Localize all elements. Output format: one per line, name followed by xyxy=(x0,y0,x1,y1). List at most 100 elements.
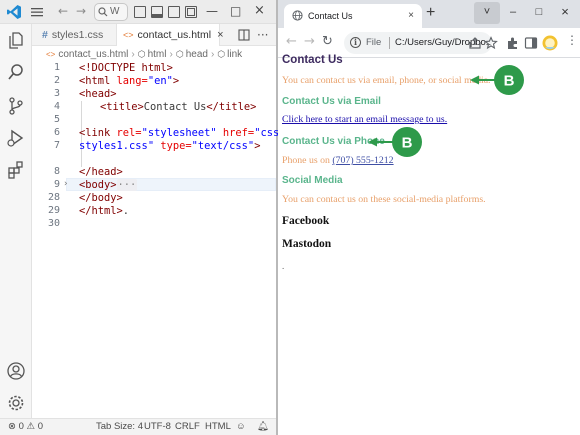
code-editor[interactable]: 1 2 3 4 5 6 7 8 9 28 29 30 › <!DOCTYPE h… xyxy=(32,62,286,418)
toggle-secondary-sidebar-icon[interactable] xyxy=(168,6,180,18)
tab-label: styles1.css xyxy=(51,29,104,41)
callout-b-phone: B xyxy=(368,127,422,157)
bookmark-star-icon[interactable] xyxy=(484,36,498,50)
run-and-debug-icon[interactable] xyxy=(6,128,26,148)
reload-icon[interactable]: ↻ xyxy=(322,34,333,49)
code-line-29: </html>. xyxy=(79,205,130,217)
chevron-right-icon: › xyxy=(131,49,135,60)
language-mode-indicator[interactable]: HTML xyxy=(205,419,231,435)
callout-label: B xyxy=(402,135,413,152)
email-heading: Contact Us via Email xyxy=(282,96,381,107)
search-icon[interactable] xyxy=(6,62,26,82)
tab-search-chevron-icon[interactable]: ˅ xyxy=(474,2,500,24)
browser-tab-contact-us[interactable]: Contact Us × xyxy=(284,4,422,28)
tab-styles1-css[interactable]: # styles1.css xyxy=(38,24,118,46)
tab-contact-us-html[interactable]: <> contact_us.html × xyxy=(116,24,224,46)
forward-arrow-icon[interactable]: → xyxy=(304,34,315,49)
code-line-8: </head> xyxy=(79,166,123,178)
explorer-icon[interactable] xyxy=(6,30,26,50)
line-number: 1 xyxy=(53,62,60,73)
code-line-9: <body>··· xyxy=(79,179,138,191)
breadcrumb-item-html[interactable]: html xyxy=(148,49,167,60)
intro-paragraph: You can contact us via email, phone, or … xyxy=(282,75,491,86)
line-number: 28 xyxy=(47,192,60,203)
line-number: 6 xyxy=(53,127,60,138)
breadcrumb-item-file[interactable]: contact_us.html xyxy=(58,49,128,60)
eol-indicator[interactable]: CRLF xyxy=(175,419,200,435)
split-editor-icon[interactable] xyxy=(238,29,250,41)
close-window-icon[interactable]: × xyxy=(254,3,265,18)
chevron-right-icon: › xyxy=(169,49,173,60)
breadcrumb: <> contact_us.html › ⬡ html › ⬡ head › ⬡ link xyxy=(32,47,276,62)
callout-b-intro: B xyxy=(470,65,524,95)
code-line-4: <title>Contact Us</title> xyxy=(100,101,257,113)
facebook-heading: Facebook xyxy=(282,215,330,227)
source-control-icon[interactable] xyxy=(6,96,26,116)
chrome-window: Contact Us × + ˅ – □ × ← → ↻ i File C:/U… xyxy=(278,0,580,435)
maximize-icon[interactable]: □ xyxy=(526,2,552,24)
browser-tab-title: Contact Us xyxy=(308,11,353,21)
chevron-right-icon: › xyxy=(210,49,215,60)
notifications-bell-icon[interactable]: 🔔︎ xyxy=(257,419,269,435)
separator xyxy=(389,37,390,49)
problems-indicator[interactable]: ⊗ 0 ⚠ 0 xyxy=(8,419,43,435)
trailing-dot: . xyxy=(282,261,285,271)
element-icon: ⬡ xyxy=(175,49,184,59)
line-number: 8 xyxy=(53,166,60,177)
chrome-tab-strip: Contact Us × + ˅ – □ × xyxy=(278,0,580,28)
close-tab-icon[interactable]: × xyxy=(408,4,414,28)
more-actions-icon[interactable]: ··· xyxy=(257,24,268,46)
close-window-icon[interactable]: × xyxy=(552,2,578,24)
code-line-1: <!DOCTYPE html> xyxy=(79,62,173,74)
chrome-menu-icon[interactable]: ⋮ xyxy=(566,33,578,47)
info-icon[interactable]: i xyxy=(350,37,361,48)
back-arrow-icon[interactable]: ← xyxy=(58,4,68,18)
vscode-window: ← → W — □ × # styles1.css <> contact_us.… xyxy=(0,0,286,435)
accounts-icon[interactable] xyxy=(6,361,26,381)
breadcrumb-item-head[interactable]: head xyxy=(186,49,208,60)
search-input-text: W xyxy=(110,6,120,17)
line-number: 29 xyxy=(47,205,60,216)
fold-chevron-right-icon[interactable]: › xyxy=(63,179,68,189)
close-tab-icon[interactable]: × xyxy=(217,29,223,41)
feedback-icon[interactable]: ☺ xyxy=(236,419,246,435)
toggle-primary-sidebar-icon[interactable] xyxy=(134,6,146,18)
web-page-content: Contact Us You can contact us via email,… xyxy=(278,54,580,435)
code-line-3: <head> xyxy=(79,88,117,100)
social-paragraph: You can contact us on these social-media… xyxy=(282,194,486,205)
maximize-icon[interactable]: □ xyxy=(230,4,241,18)
mastodon-heading: Mastodon xyxy=(282,238,332,250)
breadcrumb-item-link[interactable]: link xyxy=(227,49,242,60)
command-center-search[interactable]: W xyxy=(94,3,128,21)
callout-arrowhead xyxy=(470,75,479,85)
toggle-panel-icon[interactable] xyxy=(151,6,163,18)
tab-label: contact_us.html xyxy=(137,29,212,41)
minimize-icon[interactable]: – xyxy=(500,2,526,24)
hamburger-menu-icon[interactable] xyxy=(30,5,44,19)
status-bar: ⊗ 0 ⚠ 0 Tab Size: 4 UTF-8 CRLF HTML ☺ 🔔︎ xyxy=(0,418,276,435)
file-scheme-label: File xyxy=(366,37,382,48)
email-link[interactable]: Click here to start an email message to … xyxy=(282,114,447,125)
folded-ellipsis: ··· xyxy=(116,179,138,191)
share-icon[interactable] xyxy=(468,36,482,50)
html-icon: <> xyxy=(46,50,56,59)
customize-layout-icon[interactable] xyxy=(185,6,197,18)
editor-tabs: # styles1.css <> contact_us.html × ··· xyxy=(32,24,276,46)
vscode-title-bar: ← → W — □ × xyxy=(0,0,276,24)
element-icon: ⬡ xyxy=(137,49,146,59)
minimize-icon[interactable]: — xyxy=(206,4,218,18)
new-tab-button[interactable]: + xyxy=(426,4,435,22)
vscode-logo-icon xyxy=(7,5,21,19)
extensions-icon[interactable] xyxy=(6,160,26,180)
element-icon: ⬡ xyxy=(217,49,226,59)
profile-avatar[interactable] xyxy=(542,35,558,51)
encoding-indicator[interactable]: UTF-8 xyxy=(144,419,171,435)
extensions-puzzle-icon[interactable] xyxy=(506,36,520,50)
back-arrow-icon[interactable]: ← xyxy=(286,34,297,49)
callout-label: B xyxy=(504,73,515,90)
search-icon xyxy=(98,7,108,17)
side-panel-icon[interactable] xyxy=(524,36,538,50)
settings-gear-icon[interactable] xyxy=(6,393,26,413)
forward-arrow-icon[interactable]: → xyxy=(76,4,86,18)
tab-size-indicator[interactable]: Tab Size: 4 xyxy=(96,419,143,435)
